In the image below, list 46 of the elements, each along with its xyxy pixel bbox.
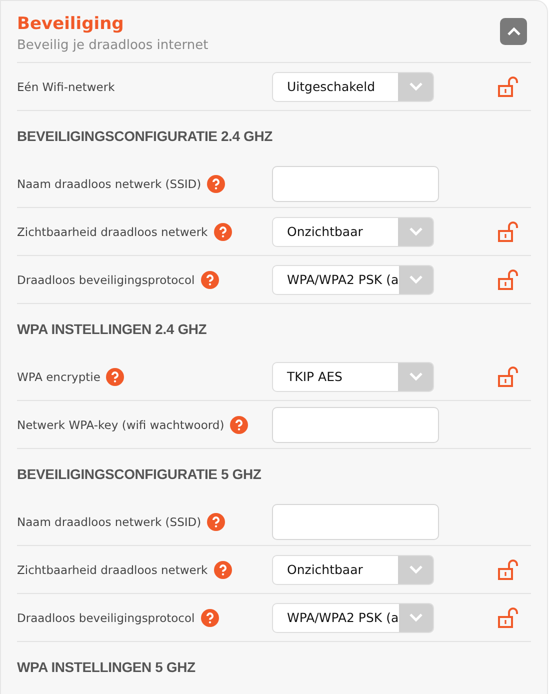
unlocked-padlock-icon[interactable] <box>497 268 519 290</box>
dropdown[interactable]: WPA/WPA2 PSK (a <box>272 264 434 294</box>
field-label: Draadloos beveiligingsprotocol <box>17 610 195 624</box>
help-icon[interactable] <box>230 416 248 434</box>
section-subtitle: Beveilig je draadloos internet <box>17 38 208 53</box>
field-label: WPA encryptie <box>17 370 100 384</box>
help-icon[interactable] <box>214 560 232 578</box>
chevron-down-icon <box>408 565 422 574</box>
field-label: Draadloos beveiligingsprotocol <box>17 272 195 286</box>
help-icon[interactable] <box>200 608 219 626</box>
input-field[interactable] <box>272 504 439 540</box>
collapse-button[interactable] <box>500 18 527 45</box>
help-icon[interactable] <box>207 512 226 530</box>
field-label: Naam draadloos netwerk (SSID) <box>17 514 202 528</box>
unlocked-padlock-icon[interactable] <box>497 220 519 242</box>
dropdown[interactable]: WPA/WPA2 PSK (a <box>272 602 434 632</box>
unlocked-padlock-icon[interactable] <box>497 366 519 388</box>
input-field[interactable] <box>272 406 439 442</box>
unlocked-padlock-icon[interactable] <box>497 606 519 628</box>
dropdown[interactable]: TKIP AES <box>272 362 434 392</box>
dropdown[interactable]: Uitgeschakeld <box>272 72 434 102</box>
section-title: Beveiliging <box>17 14 125 34</box>
dropdown[interactable]: Onzichtbaar <box>272 216 434 246</box>
chevron-down-icon <box>408 275 423 284</box>
dropdown[interactable]: Onzichtbaar <box>272 554 434 584</box>
chevron-down-icon <box>408 372 422 381</box>
help-icon[interactable] <box>200 270 219 288</box>
group-heading: BEVEILIGINGSCONFIGURATIE 2.4 GHZ <box>17 128 272 144</box>
chevron-down-icon <box>408 613 423 622</box>
chevron-down-icon <box>408 227 422 236</box>
help-icon[interactable] <box>106 368 124 386</box>
unlocked-padlock-icon[interactable] <box>497 76 519 98</box>
help-icon[interactable] <box>207 174 226 192</box>
unlocked-padlock-icon[interactable] <box>497 558 519 580</box>
group-heading: BEVEILIGINGSCONFIGURATIE 5 GHZ <box>17 466 262 482</box>
field-label: Netwerk WPA-key (wifi wachtwoord) <box>17 418 224 432</box>
chevron-up-icon <box>506 27 520 36</box>
chevron-down-icon <box>408 82 422 91</box>
field-label: Zichtbaarheid draadloos netwerk <box>17 224 208 238</box>
field-label: Naam draadloos netwerk (SSID) <box>17 176 202 190</box>
input-field[interactable] <box>272 166 439 202</box>
field-label: Eén Wifi-netwerk <box>17 80 115 94</box>
group-heading: WPA INSTELLINGEN 2.4 GHZ <box>17 320 207 336</box>
field-label: Zichtbaarheid draadloos netwerk <box>17 562 208 576</box>
help-icon[interactable] <box>214 222 232 240</box>
group-heading: WPA INSTELLINGEN 5 GHZ <box>17 658 196 674</box>
